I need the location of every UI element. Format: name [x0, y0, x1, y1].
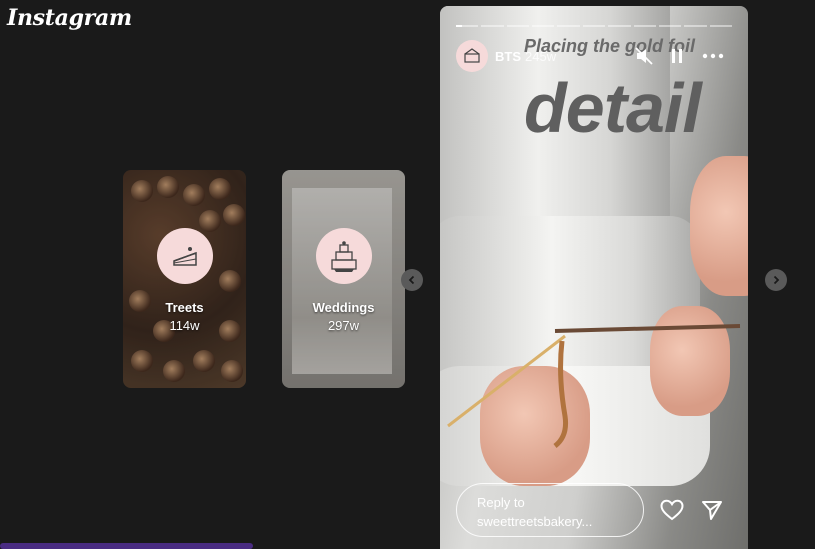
reply-handle: sweettreetsbakery... — [477, 514, 593, 529]
progress-segment — [456, 25, 479, 27]
progress-segment — [684, 25, 707, 27]
pause-icon — [672, 49, 682, 63]
progress-segment — [582, 25, 606, 27]
mute-icon — [635, 47, 653, 65]
highlight-time: 297w — [327, 318, 360, 333]
chevron-right-icon — [773, 275, 780, 285]
story-username[interactable]: BTS — [495, 49, 521, 64]
bakery-logo-icon — [464, 48, 480, 63]
progress-segment — [608, 25, 631, 27]
heart-icon — [660, 499, 684, 521]
share-button[interactable] — [701, 499, 723, 526]
story-progress-bar — [456, 25, 732, 27]
send-icon — [702, 501, 722, 520]
more-options-button[interactable] — [702, 46, 724, 71]
progress-segment — [506, 25, 530, 27]
previous-story-button[interactable] — [401, 269, 423, 291]
reply-input[interactable]: Reply to sweettreetsbakery... — [456, 483, 644, 537]
progress-segment — [557, 25, 580, 27]
progress-segment — [709, 25, 732, 27]
story-caption-large: detail — [524, 69, 702, 147]
cake-slice-icon — [156, 228, 213, 284]
progress-segment — [633, 25, 656, 27]
progress-segment — [658, 25, 682, 27]
horizontal-scrollbar[interactable] — [0, 543, 253, 549]
progress-segment — [481, 25, 504, 27]
progress-segment — [532, 25, 555, 27]
reply-label: Reply to — [477, 495, 525, 510]
account-avatar[interactable] — [456, 40, 488, 72]
mute-button[interactable] — [634, 46, 654, 71]
wedding-cake-icon — [315, 228, 372, 284]
instagram-logo[interactable]: Instagram — [7, 5, 132, 31]
next-story-button[interactable] — [765, 269, 787, 291]
highlight-card-weddings[interactable]: Weddings 297w — [282, 170, 405, 388]
highlight-title: Treets — [165, 300, 204, 315]
highlight-card-treets[interactable]: Treets 114w — [123, 170, 246, 388]
highlight-title: Weddings — [312, 300, 375, 315]
pause-button[interactable] — [670, 46, 684, 71]
story-viewer[interactable]: BTS 245w Placing the gold foil detail Re… — [440, 6, 748, 549]
like-button[interactable] — [660, 499, 684, 526]
chevron-left-icon — [408, 275, 415, 285]
highlight-time: 114w — [169, 318, 200, 333]
more-icon — [702, 53, 724, 59]
